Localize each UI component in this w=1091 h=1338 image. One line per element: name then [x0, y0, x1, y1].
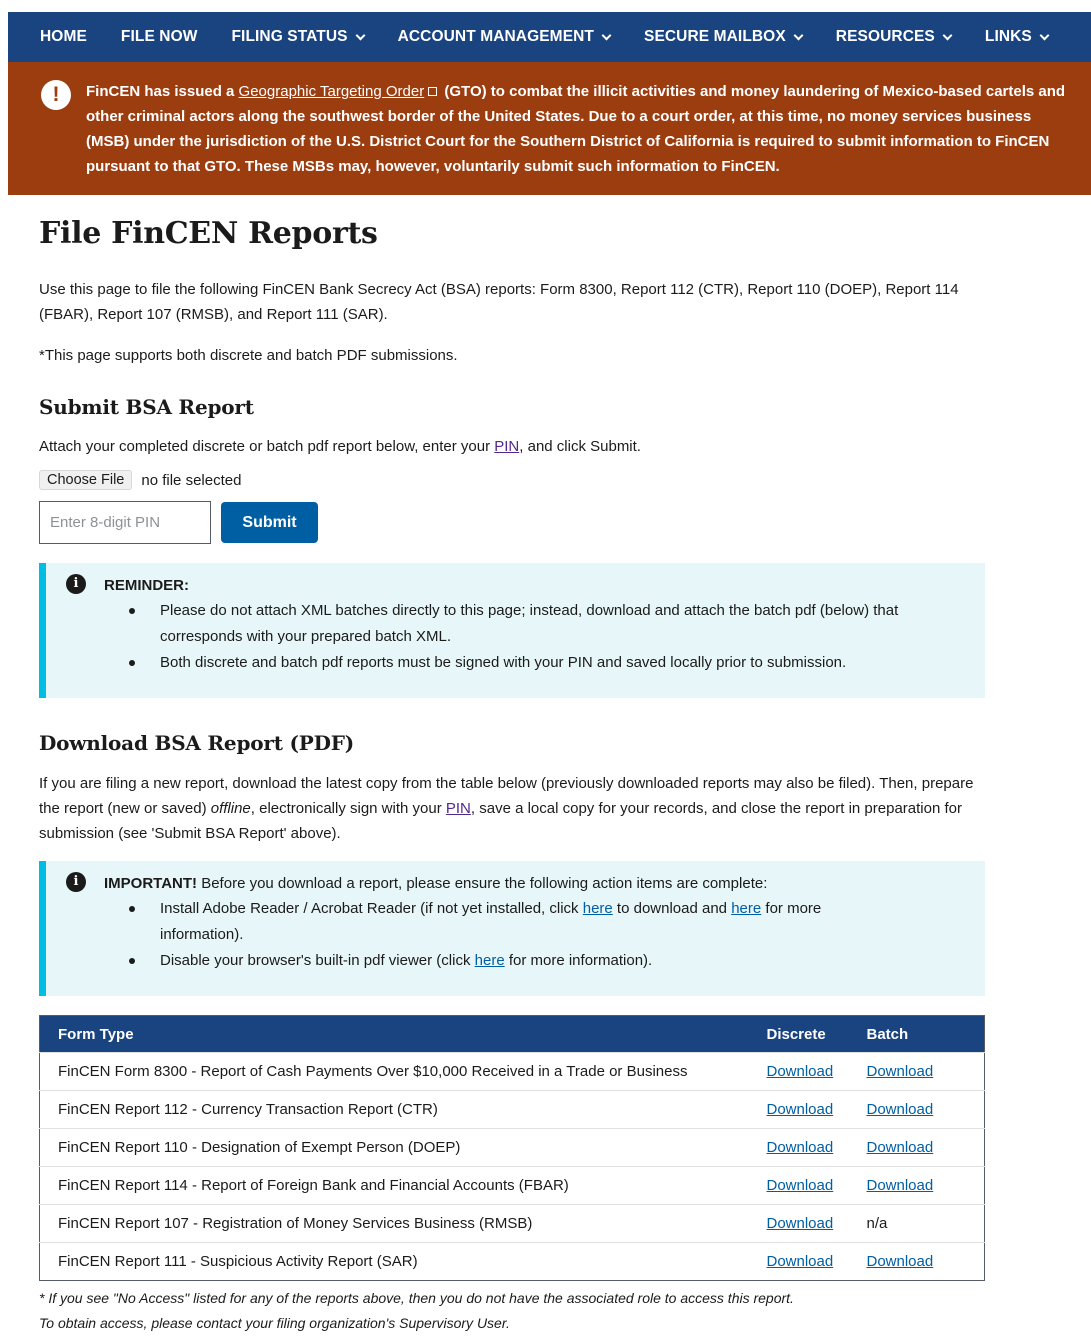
- item-text: Disable your browser's built-in pdf view…: [160, 952, 475, 969]
- nav-links[interactable]: LINKS: [984, 28, 1050, 46]
- chevron-down-icon: [355, 30, 366, 40]
- download-instructions: If you are filing a new report, download…: [39, 771, 985, 846]
- nav-resources[interactable]: RESOURCES: [835, 28, 953, 46]
- batch-download-link[interactable]: Download: [867, 1101, 934, 1118]
- discrete-download-link[interactable]: Download: [767, 1063, 834, 1080]
- important-item-viewer: Disable your browser's built-in pdf view…: [129, 948, 965, 974]
- form-name: FinCEN Report 111 - Suspicious Activity …: [39, 1242, 767, 1281]
- top-navigation: HOME FILE NOW FILING STATUS ACCOUNT MANA…: [8, 12, 1091, 62]
- pdf-viewer-info-link[interactable]: here: [475, 952, 505, 969]
- form-name: FinCEN Report 107 - Registration of Mone…: [39, 1204, 767, 1243]
- nav-home-label: HOME: [40, 28, 87, 45]
- file-picker: Choose File no file selected: [39, 468, 985, 492]
- important-heading: IMPORTANT! Before you download a report,…: [104, 871, 965, 896]
- gto-link[interactable]: Geographic Targeting Order: [239, 83, 425, 100]
- nav-filing-status-label: FILING STATUS: [231, 28, 348, 45]
- reports-table: Form Type Discrete Batch FinCEN Form 830…: [39, 1015, 985, 1281]
- item-text: to download and: [612, 900, 732, 917]
- table-row: FinCEN Form 8300 - Report of Cash Paymen…: [39, 1052, 985, 1091]
- chevron-down-icon: [793, 30, 804, 40]
- pin-submit-row: Submit: [39, 501, 985, 544]
- important-title: IMPORTANT!: [104, 875, 198, 892]
- discrete-download-link[interactable]: Download: [767, 1215, 834, 1232]
- info-icon: i: [66, 872, 86, 892]
- choose-file-button[interactable]: Choose File: [39, 470, 133, 490]
- nav-account-management[interactable]: ACCOUNT MANAGEMENT: [397, 28, 612, 46]
- discrete-download-link[interactable]: Download: [767, 1101, 834, 1118]
- form-name: FinCEN Report 112 - Currency Transaction…: [39, 1090, 767, 1129]
- submit-button[interactable]: Submit: [221, 502, 318, 543]
- pin-link[interactable]: PIN: [446, 800, 471, 817]
- important-item-adobe: Install Adobe Reader / Acrobat Reader (i…: [129, 896, 965, 948]
- item-text: Install Adobe Reader / Acrobat Reader (i…: [160, 900, 583, 917]
- discrete-download-link[interactable]: Download: [767, 1177, 834, 1194]
- nav-account-management-label: ACCOUNT MANAGEMENT: [397, 28, 594, 45]
- pin-link[interactable]: PIN: [494, 438, 519, 455]
- form-name: FinCEN Form 8300 - Report of Cash Paymen…: [39, 1052, 767, 1091]
- form-name: FinCEN Report 114 - Report of Foreign Ba…: [39, 1166, 767, 1205]
- batch-download-link[interactable]: Download: [867, 1253, 934, 1270]
- submit-instr-before: Attach your completed discrete or batch …: [39, 438, 495, 455]
- page-note: *This page supports both discrete and ba…: [39, 347, 458, 364]
- batch-download-link[interactable]: Download: [867, 1177, 934, 1194]
- col-batch: Batch: [866, 1015, 985, 1053]
- table-row: FinCEN Report 114 - Report of Foreign Ba…: [39, 1166, 985, 1205]
- submit-heading: Submit BSA Report: [39, 395, 254, 419]
- reminder-title: REMINDER:: [104, 577, 189, 594]
- batch-download-link[interactable]: Download: [867, 1139, 934, 1156]
- chevron-down-icon: [942, 30, 953, 40]
- download-p1: If you are filing a new report, download…: [39, 775, 876, 792]
- submit-instructions: Attach your completed discrete or batch …: [39, 434, 985, 459]
- main-content: File FinCEN Reports Use this page to fil…: [39, 216, 985, 1336]
- nav-links-label: LINKS: [984, 28, 1032, 45]
- footnote-line-1: * If you see "No Access" listed for any …: [39, 1290, 794, 1306]
- form-name: FinCEN Report 110 - Designation of Exemp…: [39, 1128, 767, 1167]
- reminder-list: Please do not attach XML batches directl…: [129, 598, 965, 676]
- important-box: i IMPORTANT! Before you download a repor…: [39, 861, 985, 996]
- nav-file-now-label: FILE NOW: [120, 28, 198, 45]
- table-row: FinCEN Report 112 - Currency Transaction…: [39, 1090, 985, 1129]
- col-discrete: Discrete: [766, 1015, 867, 1053]
- table-row: FinCEN Report 107 - Registration of Mone…: [39, 1204, 985, 1243]
- batch-not-available: n/a: [866, 1204, 985, 1243]
- important-lead: Before you download a report, please ens…: [197, 875, 768, 892]
- table-row: FinCEN Report 111 - Suspicious Activity …: [39, 1242, 985, 1281]
- reminder-item: Please do not attach XML batches directl…: [129, 598, 965, 650]
- submit-instr-after: , and click Submit.: [519, 438, 641, 455]
- download-p2-b: , electronically sign with your: [250, 800, 446, 817]
- adobe-download-link[interactable]: here: [583, 900, 613, 917]
- reminder-box: i REMINDER: Please do not attach XML bat…: [39, 563, 985, 698]
- table-header-row: Form Type Discrete Batch: [39, 1015, 985, 1053]
- gto-alert-banner: ! FinCEN has issued a Geographic Targeti…: [8, 62, 1091, 195]
- alert-text-before: FinCEN has issued a: [86, 83, 239, 100]
- item-text: for more information).: [504, 952, 653, 969]
- nav-file-now[interactable]: FILE NOW: [121, 28, 198, 46]
- download-heading: Download BSA Report (PDF): [39, 731, 355, 755]
- nav-home[interactable]: HOME: [40, 28, 87, 46]
- col-form-type: Form Type: [39, 1015, 767, 1053]
- offline-emphasis: offline: [210, 800, 251, 817]
- batch-download-link[interactable]: Download: [867, 1063, 934, 1080]
- exclamation-circle-icon: !: [41, 80, 71, 110]
- chevron-down-icon: [601, 30, 612, 40]
- discrete-download-link[interactable]: Download: [767, 1253, 834, 1270]
- nav-resources-label: RESOURCES: [835, 28, 935, 45]
- footnote-line-2: To obtain access, please contact your fi…: [39, 1315, 510, 1331]
- reminder-item: Both discrete and batch pdf reports must…: [129, 650, 965, 676]
- chevron-down-icon: [1039, 30, 1050, 40]
- pin-input[interactable]: [39, 501, 211, 544]
- external-link-icon: [428, 87, 438, 96]
- table-row: FinCEN Report 110 - Designation of Exemp…: [39, 1128, 985, 1167]
- page-intro: Use this page to file the following FinC…: [39, 281, 959, 323]
- nav-secure-mailbox-label: SECURE MAILBOX: [644, 28, 786, 45]
- file-status: no file selected: [141, 471, 242, 489]
- discrete-download-link[interactable]: Download: [767, 1139, 834, 1156]
- adobe-info-link[interactable]: here: [731, 900, 761, 917]
- important-list: Install Adobe Reader / Acrobat Reader (i…: [129, 896, 965, 974]
- page-title: File FinCEN Reports: [39, 216, 378, 251]
- nav-secure-mailbox[interactable]: SECURE MAILBOX: [644, 28, 804, 46]
- nav-filing-status[interactable]: FILING STATUS: [231, 28, 366, 46]
- info-icon: i: [66, 574, 86, 594]
